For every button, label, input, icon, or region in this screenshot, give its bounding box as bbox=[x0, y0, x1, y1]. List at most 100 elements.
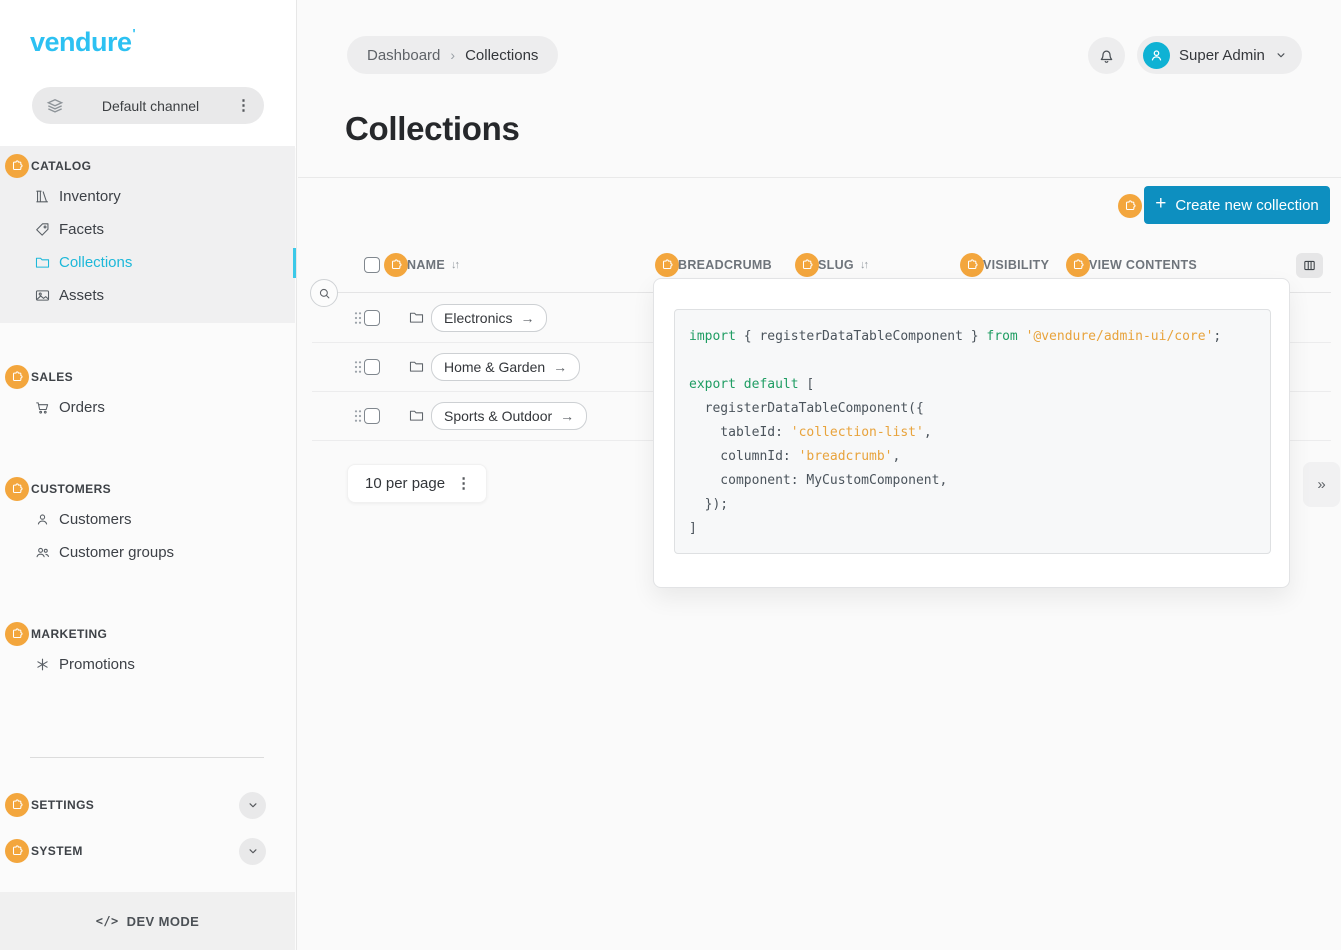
tag-icon bbox=[34, 221, 51, 238]
drag-handle-icon[interactable] bbox=[354, 409, 362, 423]
sort-icon[interactable]: ↓↑ bbox=[451, 259, 458, 271]
breadcrumb: Dashboard › Collections bbox=[347, 36, 558, 74]
dev-mode-code-popover: import { registerDataTableComponent } fr… bbox=[653, 278, 1290, 588]
nav-section-catalog: CATALOG InventoryFacetsCollectionsAssets bbox=[0, 146, 295, 323]
breadcrumb-item[interactable]: Dashboard bbox=[367, 47, 440, 64]
sidebar-header bbox=[0, 0, 296, 148]
drag-handle-icon[interactable] bbox=[354, 311, 362, 325]
page-title: Collections bbox=[345, 110, 520, 148]
asterisk-icon bbox=[34, 656, 51, 673]
sidebar-item-inventory[interactable]: Inventory bbox=[0, 180, 295, 213]
kebab-icon[interactable]: ⋮ bbox=[236, 98, 251, 113]
chevron-down-icon bbox=[246, 844, 260, 858]
sidebar-item-customers[interactable]: Customers bbox=[0, 503, 295, 536]
active-item-indicator bbox=[293, 248, 296, 278]
inventory-icon bbox=[34, 188, 51, 205]
search-icon bbox=[317, 286, 332, 301]
breadcrumb-item[interactable]: Collections bbox=[465, 47, 538, 64]
sidebar: vendure Default channel ⋮ CATALOG Invento… bbox=[0, 0, 297, 950]
sidebar-item-assets[interactable]: Assets bbox=[0, 279, 295, 312]
nav-section-label: MARKETING bbox=[31, 627, 107, 641]
extension-badge-icon bbox=[5, 477, 29, 501]
nav-section-sales: SALES Orders bbox=[0, 357, 295, 424]
code-icon: </> bbox=[96, 914, 119, 928]
folder-icon bbox=[408, 358, 425, 375]
extension-badge-icon bbox=[655, 253, 679, 277]
row-checkbox[interactable] bbox=[364, 359, 380, 375]
image-icon bbox=[34, 287, 51, 304]
channel-selector[interactable]: Default channel ⋮ bbox=[32, 87, 264, 124]
extension-badge-icon bbox=[1066, 253, 1090, 277]
nav-section-marketing: MARKETING Promotions bbox=[0, 614, 295, 681]
sidebar-divider bbox=[30, 757, 264, 758]
nav-section-label: CATALOG bbox=[31, 159, 91, 173]
sidebar-item-facets[interactable]: Facets bbox=[0, 213, 295, 246]
create-new-collection-button[interactable]: + Create new collection bbox=[1144, 186, 1330, 224]
sidebar-item-collections[interactable]: Collections bbox=[0, 246, 295, 279]
row-checkbox[interactable] bbox=[364, 408, 380, 424]
collection-link[interactable]: Home & Garden→ bbox=[431, 353, 580, 381]
nav-section-system[interactable]: SYSTEM bbox=[0, 836, 296, 866]
collection-link[interactable]: Electronics→ bbox=[431, 304, 547, 332]
arrow-right-icon: → bbox=[560, 408, 574, 424]
channel-label: Default channel bbox=[65, 98, 236, 114]
folder-icon bbox=[408, 309, 425, 326]
extension-badge-icon bbox=[5, 839, 29, 863]
dev-mode-toggle[interactable]: </> DEV MODE bbox=[0, 892, 295, 950]
bell-icon bbox=[1097, 46, 1116, 65]
search-toggle[interactable] bbox=[310, 279, 338, 307]
extension-badge-icon bbox=[5, 622, 29, 646]
extension-badge-icon bbox=[5, 793, 29, 817]
sort-icon[interactable]: ↓↑ bbox=[860, 259, 867, 271]
arrow-right-icon: → bbox=[520, 310, 534, 326]
items-per-page-button[interactable]: 10 per page ⋮ bbox=[347, 464, 487, 503]
nav-section-settings[interactable]: SETTINGS bbox=[0, 790, 296, 820]
column-header-breadcrumb: BREADCRUMB bbox=[655, 252, 772, 278]
plus-icon: + bbox=[1155, 193, 1166, 215]
avatar bbox=[1143, 42, 1170, 69]
dev-mode-label: DEV MODE bbox=[127, 914, 200, 929]
columns-icon bbox=[1302, 258, 1317, 273]
user-name: Super Admin bbox=[1179, 47, 1265, 64]
header-divider bbox=[298, 177, 1341, 178]
drag-handle-icon[interactable] bbox=[354, 360, 362, 374]
sidebar-item-customer-groups[interactable]: Customer groups bbox=[0, 536, 295, 569]
nav-section-label: CUSTOMERS bbox=[31, 482, 111, 496]
users-icon bbox=[34, 544, 51, 561]
pagination-next-button[interactable]: » bbox=[1303, 462, 1340, 507]
extension-badge-icon bbox=[5, 154, 29, 178]
folder-icon bbox=[408, 407, 425, 424]
extension-badge-icon bbox=[795, 253, 819, 277]
chevron-down-icon bbox=[246, 798, 260, 812]
extension-badge-icon bbox=[1118, 194, 1142, 218]
collection-link[interactable]: Sports & Outdoor→ bbox=[431, 402, 587, 430]
nav-section-customers: CUSTOMERS CustomersCustomer groups bbox=[0, 469, 295, 569]
arrow-right-icon: → bbox=[553, 359, 567, 375]
chevron-down-icon bbox=[1274, 48, 1288, 62]
layers-icon bbox=[45, 96, 65, 116]
column-header-slug: SLUG↓↑ bbox=[795, 252, 867, 278]
brand-logo[interactable]: vendure bbox=[30, 26, 135, 58]
main-content: Dashboard › Collections Super Admin Collec… bbox=[298, 0, 1341, 950]
extension-badge-icon bbox=[5, 365, 29, 389]
notifications-button[interactable] bbox=[1088, 37, 1125, 74]
user-menu[interactable]: Super Admin bbox=[1137, 36, 1302, 74]
chevron-right-icon: › bbox=[450, 47, 455, 63]
column-header-view-contents: VIEW CONTENTS bbox=[1066, 252, 1197, 278]
expand-section-button[interactable] bbox=[239, 792, 266, 819]
folder-icon bbox=[34, 254, 51, 271]
user-icon bbox=[34, 511, 51, 528]
column-header-name: NAME↓↑ bbox=[364, 252, 458, 278]
column-settings-button[interactable] bbox=[1296, 253, 1323, 278]
sidebar-item-promotions[interactable]: Promotions bbox=[0, 648, 295, 681]
extension-badge-icon bbox=[960, 253, 984, 277]
extension-badge-icon bbox=[384, 253, 408, 277]
sidebar-item-orders[interactable]: Orders bbox=[0, 391, 295, 424]
row-checkbox[interactable] bbox=[364, 310, 380, 326]
expand-section-button[interactable] bbox=[239, 838, 266, 865]
kebab-icon: ⋮ bbox=[456, 476, 471, 491]
column-header-visibility: VISIBILITY bbox=[960, 252, 1049, 278]
select-all-checkbox[interactable] bbox=[364, 257, 380, 273]
nav-section-label: SALES bbox=[31, 370, 73, 384]
cart-icon bbox=[34, 399, 51, 416]
